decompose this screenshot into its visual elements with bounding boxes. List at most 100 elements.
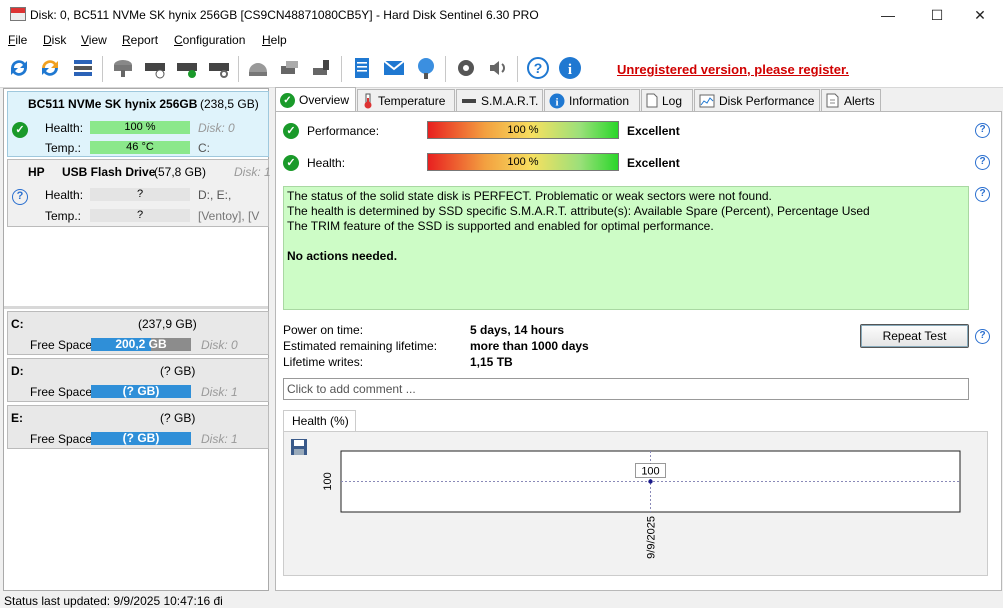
power-on-label: Power on time: bbox=[283, 323, 364, 337]
toolbar-separator bbox=[341, 56, 342, 82]
menu-configuration[interactable]: Configuration bbox=[174, 33, 245, 47]
volume-card-c[interactable]: C: (237,9 GB) Free Space 200,2 GB Disk: … bbox=[7, 311, 269, 355]
help-icon[interactable]: ? bbox=[525, 55, 551, 81]
menu-view[interactable]: View bbox=[81, 33, 107, 47]
x-tick-label: 9/9/2025 bbox=[646, 516, 658, 559]
report-icon[interactable] bbox=[349, 55, 375, 81]
disk-short-test-icon[interactable] bbox=[142, 55, 168, 81]
free-space-bar: (? GB) bbox=[91, 432, 191, 445]
free-space-label: Free Space bbox=[30, 432, 93, 446]
health-label: Health: bbox=[45, 188, 84, 202]
maximize-button[interactable]: ☐ bbox=[914, 0, 960, 30]
ok-check-icon: ✓ bbox=[283, 155, 299, 171]
tab-label: Overview bbox=[299, 93, 350, 107]
menu-report[interactable]: Report bbox=[122, 33, 158, 47]
disk-card-1[interactable]: HP USB Flash Drive (57,8 GB) Disk: 1 ? H… bbox=[7, 159, 271, 227]
disk-ok-icon[interactable] bbox=[174, 55, 200, 81]
help-icon[interactable]: ? bbox=[975, 187, 990, 202]
health-graph-panel: 100 100 9/9/2025 bbox=[283, 431, 988, 576]
free-space-label: Free Space bbox=[30, 385, 93, 399]
toolbar-separator bbox=[445, 56, 446, 82]
menu-bar: File Disk View Report Configuration Help bbox=[0, 30, 1003, 50]
performance-label: Performance: bbox=[307, 124, 380, 138]
tab-label: Alerts bbox=[844, 93, 875, 108]
volume-name: C: bbox=[11, 317, 24, 331]
tab-disk-performance[interactable]: Disk Performance bbox=[694, 89, 820, 111]
power-on-value: 5 days, 14 hours bbox=[470, 323, 565, 337]
refresh-all-icon[interactable] bbox=[37, 55, 63, 81]
panel-splitter[interactable] bbox=[4, 306, 268, 309]
ok-check-icon: ✓ bbox=[283, 123, 299, 139]
thermometer-icon bbox=[364, 93, 372, 108]
network-icon[interactable] bbox=[413, 55, 439, 81]
speaker-icon[interactable] bbox=[485, 55, 511, 81]
tab-log[interactable]: Log bbox=[641, 89, 693, 111]
disk-surface-test-icon[interactable] bbox=[110, 55, 136, 81]
y-tick-label: 100 bbox=[322, 472, 334, 490]
temp-bar: ? bbox=[90, 209, 190, 222]
tab-information[interactable]: i Information bbox=[544, 89, 640, 111]
disk-model: USB Flash Drive bbox=[62, 165, 156, 179]
temp-label: Temp.: bbox=[45, 209, 82, 223]
gear-icon[interactable] bbox=[453, 55, 479, 81]
performance-bar: 100 % bbox=[427, 121, 619, 139]
disk-search-icon[interactable] bbox=[206, 55, 232, 81]
status-line: The TRIM feature of the SSD is supported… bbox=[287, 219, 714, 233]
help-icon[interactable]: ? bbox=[975, 329, 990, 344]
free-space-bar: 200,2 GB bbox=[91, 338, 191, 351]
info-icon: i bbox=[549, 93, 565, 108]
menu-file[interactable]: File bbox=[8, 33, 27, 47]
volume-card-d[interactable]: D: (? GB) Free Space (? GB) Disk: 1 bbox=[7, 358, 269, 402]
tab-label: Log bbox=[662, 93, 683, 108]
health-bar: 100 % bbox=[90, 121, 190, 134]
alerts-icon bbox=[826, 93, 839, 108]
lifetime-label: Estimated remaining lifetime: bbox=[283, 339, 438, 353]
toolbar-separator bbox=[517, 56, 518, 82]
temp-bar: 46 °C bbox=[90, 141, 190, 154]
tab-temperature[interactable]: Temperature bbox=[357, 89, 455, 111]
free-space-label: Free Space bbox=[30, 338, 93, 352]
disk-usb-icon[interactable] bbox=[309, 55, 335, 81]
repeat-test-button[interactable]: Repeat Test bbox=[860, 324, 969, 348]
disk-stack-icon[interactable] bbox=[277, 55, 303, 81]
drive-letters: D:, E:, bbox=[198, 188, 232, 202]
menu-help[interactable]: Help bbox=[262, 33, 287, 47]
health-bar: ? bbox=[90, 188, 190, 201]
mail-icon[interactable] bbox=[381, 55, 407, 81]
volume-size: (237,9 GB) bbox=[138, 317, 197, 331]
app-icon bbox=[10, 7, 26, 21]
ok-check-icon: ✓ bbox=[280, 92, 295, 108]
disk-dome-icon[interactable] bbox=[245, 55, 271, 81]
svg-text:i: i bbox=[568, 62, 572, 78]
help-icon[interactable]: ? bbox=[975, 123, 990, 138]
refresh-icon[interactable] bbox=[6, 55, 32, 81]
tab-overview[interactable]: ✓ Overview bbox=[275, 87, 356, 112]
disk-size: (57,8 GB) bbox=[154, 165, 207, 179]
volume-name: D: bbox=[11, 364, 24, 378]
menu-disk[interactable]: Disk bbox=[43, 33, 66, 47]
tab-label: Health (%) bbox=[292, 414, 349, 428]
disk-card-0[interactable]: BC511 NVMe SK hynix 256GB (238,5 GB) ✓ H… bbox=[7, 91, 269, 157]
unregistered-link[interactable]: Unregistered version, please register. bbox=[617, 62, 849, 77]
tab-label: Information bbox=[569, 93, 630, 108]
volume-name: E: bbox=[11, 411, 23, 425]
volume-card-e[interactable]: E: (? GB) Free Space (? GB) Disk: 1 bbox=[7, 405, 269, 449]
close-button[interactable]: ✕ bbox=[957, 0, 1003, 30]
svg-text:?: ? bbox=[534, 60, 543, 76]
tab-smart[interactable]: S.M.A.R.T. bbox=[456, 89, 543, 111]
comment-input[interactable] bbox=[283, 378, 969, 400]
status-bar-text: Status last updated: 9/9/2025 10:47:16 đ… bbox=[4, 594, 223, 608]
help-icon[interactable]: ? bbox=[975, 155, 990, 170]
data-point bbox=[648, 479, 653, 484]
health-bar: 100 % bbox=[427, 153, 619, 171]
disk-index: Disk: 0 bbox=[198, 121, 235, 135]
info-icon[interactable]: i bbox=[557, 55, 583, 81]
volume-disk: Disk: 1 bbox=[201, 385, 238, 399]
svg-text:i: i bbox=[555, 96, 558, 108]
minimize-button[interactable]: — bbox=[865, 0, 911, 30]
disk-list-icon[interactable] bbox=[70, 55, 96, 81]
tab-health-graph[interactable]: Health (%) bbox=[283, 410, 356, 432]
tab-alerts[interactable]: Alerts bbox=[821, 89, 881, 111]
lifetime-value: more than 1000 days bbox=[470, 339, 589, 353]
writes-value: 1,15 TB bbox=[470, 355, 513, 369]
